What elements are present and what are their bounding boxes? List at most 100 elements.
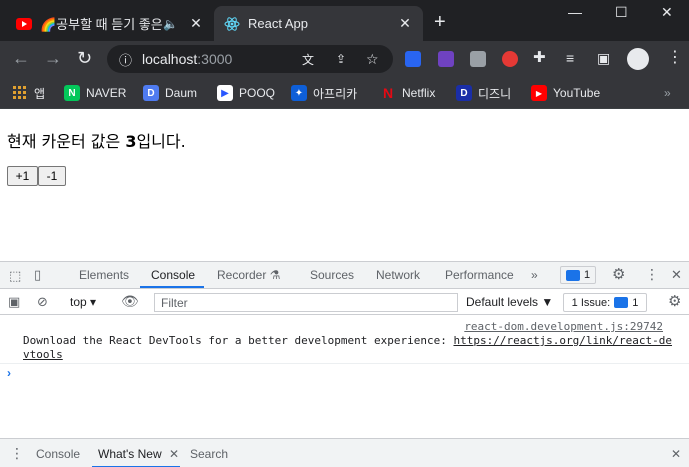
camera-extension-icon[interactable] — [470, 51, 486, 67]
counter-text: 현재 카운터 값은 3입니다. — [7, 128, 186, 152]
page-viewport: 현재 카운터 값은 3입니다. +1 -1 — [0, 109, 689, 261]
live-expression-eye-icon[interactable]: 👁 — [121, 294, 139, 308]
drawer-tab-search[interactable]: Search — [190, 447, 228, 461]
media-control-icon[interactable]: ≡ — [566, 49, 574, 67]
counter-prefix: 현재 카운터 값은 — [7, 132, 126, 151]
minimize-button[interactable]: — — [568, 4, 582, 20]
tab-console[interactable]: Console — [151, 268, 195, 282]
bookmarks-overflow-icon[interactable]: » — [664, 83, 671, 103]
clear-console-icon[interactable]: ⊘ — [37, 295, 48, 308]
bookmark-afreeca[interactable]: ✦ 아프리카 — [291, 83, 357, 103]
console-filter-bar: ▣ ⊘ top ▾ 👁 Filter Default levels ▼ 1 Is… — [0, 290, 689, 315]
issues-button[interactable]: 1 Issue: 1 — [563, 293, 647, 312]
message-source-link[interactable]: react-dom.development.js:29742 — [464, 320, 663, 333]
console-settings-icon[interactable]: ⚙ — [668, 294, 681, 309]
translate-icon[interactable]: 文 — [302, 51, 314, 68]
inspect-element-icon[interactable]: ⬚ — [9, 269, 21, 282]
tab-sources[interactable]: Sources — [310, 268, 354, 282]
console-prompt[interactable]: › — [7, 366, 11, 380]
side-panel-icon[interactable]: ▣ — [597, 49, 610, 67]
netflix-icon: N — [382, 85, 394, 101]
pooq-icon: ▶ — [217, 85, 233, 101]
tab-title: React App — [248, 16, 308, 31]
drawer-tab-console[interactable]: Console — [36, 447, 80, 461]
counter-value: 3 — [125, 132, 137, 151]
devtools-menu-icon[interactable]: ⋮ — [645, 267, 659, 281]
drawer-tab-whats-new[interactable]: What's New ✕ — [98, 447, 179, 461]
daum-icon: D — [143, 85, 159, 101]
drawer-tab-label: What's New — [98, 447, 162, 461]
drawer-menu-icon[interactable]: ⋮ — [10, 446, 24, 460]
tab-react-app[interactable]: React App ✕ — [214, 6, 423, 41]
tab-recorder[interactable]: Recorder ⚗ — [217, 268, 280, 282]
devtools-panel: ⬚ ▯ Elements Console Recorder ⚗ Sources … — [0, 261, 689, 467]
bookmark-pooq[interactable]: ▶ POOQ — [217, 83, 275, 103]
css-extension-icon[interactable] — [405, 51, 421, 67]
bookmark-label: 아프리카 — [313, 86, 358, 101]
forward-icon[interactable]: → — [44, 49, 62, 67]
message-divider — [0, 363, 689, 364]
address-bar[interactable]: ⓘ localhost:3000 文 ⇪ ☆ — [107, 45, 393, 73]
react-favicon-icon — [224, 16, 240, 32]
sidebar-toggle-icon[interactable]: ▣ — [8, 295, 20, 308]
issue-icon — [614, 297, 629, 308]
close-window-button[interactable]: ✕ — [661, 4, 673, 21]
messages-badge[interactable]: 1 — [560, 266, 596, 284]
device-toolbar-icon[interactable]: ▯ — [34, 268, 41, 281]
bookmark-naver[interactable]: N NAVER — [64, 83, 126, 103]
devtools-close-icon[interactable]: ✕ — [671, 268, 682, 281]
devtools-tab-bar: ⬚ ▯ Elements Console Recorder ⚗ Sources … — [0, 262, 689, 289]
youtube-icon: ▶ — [531, 85, 547, 101]
console-filter-input[interactable]: Filter — [154, 293, 458, 312]
bookmark-netflix[interactable]: N Netflix — [380, 83, 435, 103]
tab-close-icon[interactable]: ✕ — [397, 15, 413, 32]
drawer-close-icon[interactable]: ✕ — [671, 447, 681, 461]
red-extension-icon[interactable] — [502, 51, 518, 67]
youtube-favicon-icon — [16, 16, 32, 32]
address-host: localhost — [142, 51, 198, 67]
issues-label: 1 Issue: — [571, 296, 611, 309]
settings-gear-icon[interactable]: ⚙ — [612, 267, 625, 282]
share-icon[interactable]: ⇪ — [336, 52, 346, 66]
increment-button[interactable]: +1 — [7, 166, 38, 186]
reload-icon[interactable]: ↻ — [77, 49, 92, 67]
context-selector[interactable]: top ▾ — [70, 295, 96, 309]
browser-menu-icon[interactable]: ⋮ — [667, 49, 683, 67]
more-tabs-icon[interactable]: » — [531, 268, 538, 282]
message-text: Download the React DevTools for a better… — [23, 334, 454, 347]
bookmark-label: Netflix — [402, 86, 436, 100]
bookmark-label: 디즈니 — [478, 86, 512, 101]
site-info-icon[interactable]: ⓘ — [119, 50, 132, 69]
browser-window: 🌈공부할 때 듣기 좋은 🔈 ✕ React App ✕ + — ☐ ✕ ← →… — [0, 0, 689, 467]
back-icon[interactable]: ← — [12, 49, 30, 67]
bookmark-star-icon[interactable]: ☆ — [366, 51, 379, 68]
address-port: :3000 — [197, 51, 233, 67]
decrement-button[interactable]: -1 — [38, 166, 66, 186]
tab-youtube[interactable]: 🌈공부할 때 듣기 좋은 🔈 ✕ — [6, 6, 214, 41]
bookmark-apps[interactable]: 앱 — [12, 83, 45, 103]
audio-playing-icon[interactable]: 🔈 — [163, 17, 178, 31]
bookmark-youtube[interactable]: ▶ YouTube — [531, 83, 600, 103]
bookmark-label: YouTube — [553, 86, 601, 100]
bookmark-disney[interactable]: D 디즈니 — [456, 83, 511, 103]
drawer-tab-close-icon[interactable]: ✕ — [169, 447, 179, 461]
counter-suffix: 입니다. — [136, 132, 186, 151]
tab-elements[interactable]: Elements — [79, 268, 129, 282]
tab-performance[interactable]: Performance — [445, 268, 514, 282]
devtools-drawer: ⋮ Console What's New ✕ Search ✕ — [0, 438, 689, 467]
maximize-button[interactable]: ☐ — [615, 4, 628, 21]
context-label: top — [70, 295, 87, 309]
title-bar: 🌈공부할 때 듣기 좋은 🔈 ✕ React App ✕ + — ☐ ✕ — [0, 0, 689, 41]
profile-avatar[interactable] — [627, 48, 649, 70]
browser-toolbar: ← → ↻ ⓘ localhost:3000 文 ⇪ ☆ ✚ ≡ ▣ ⋮ — [0, 41, 689, 77]
extensions-puzzle-icon[interactable]: ✚ — [533, 49, 546, 67]
log-levels-dropdown[interactable]: Default levels ▼ — [466, 295, 553, 309]
download-extension-icon[interactable] — [438, 51, 454, 67]
bookmark-daum[interactable]: D Daum — [143, 83, 197, 103]
tab-network[interactable]: Network — [376, 268, 420, 282]
new-tab-button[interactable]: + — [434, 12, 446, 32]
tab-close-icon[interactable]: ✕ — [188, 15, 204, 32]
disney-icon: D — [456, 85, 472, 101]
messages-count: 1 — [583, 269, 591, 281]
naver-icon: N — [64, 85, 80, 101]
